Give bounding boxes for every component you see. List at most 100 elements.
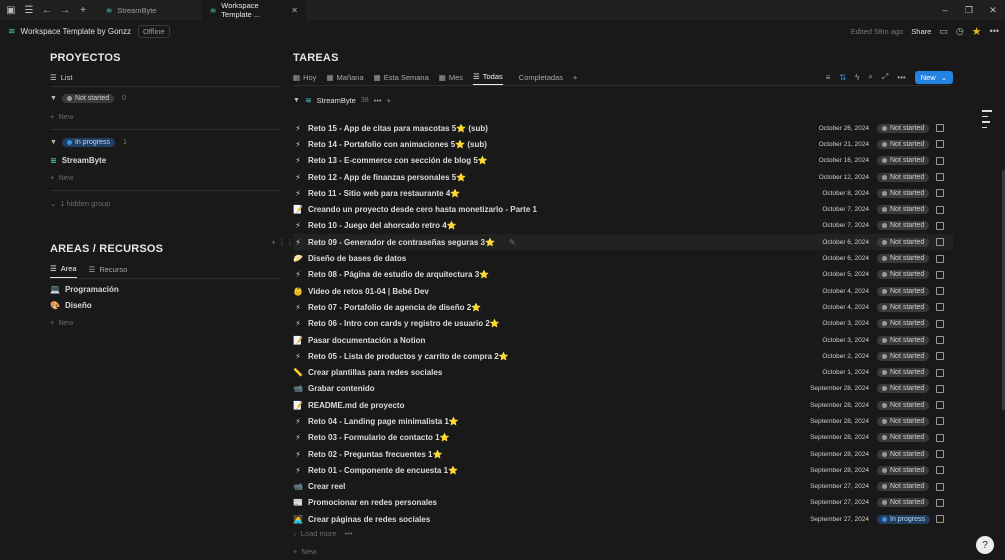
restore-icon[interactable]: ❐	[957, 5, 981, 16]
status-badge[interactable]: Not started	[877, 123, 930, 133]
table-row[interactable]: ⚡ Reto 01 - Componente de encuesta 1⭐ Sept…	[293, 462, 953, 478]
done-checkbox[interactable]	[936, 270, 944, 279]
done-checkbox[interactable]	[936, 189, 944, 198]
table-row[interactable]: ⚡ Reto 03 - Formulario de contacto 1⭐ Sept…	[293, 430, 953, 446]
caret-down-icon[interactable]: ▼	[293, 97, 300, 104]
status-badge[interactable]: Not started	[877, 286, 930, 296]
task-title[interactable]: Grabar contenido	[308, 384, 375, 393]
help-icon[interactable]: ?	[976, 536, 994, 554]
task-title[interactable]: Pasar documentación a Notion	[308, 336, 425, 345]
status-badge[interactable]: Not started	[877, 188, 930, 198]
status-badge[interactable]: Not started	[877, 237, 930, 247]
status-badge[interactable]: Not started	[877, 498, 930, 508]
done-checkbox[interactable]	[936, 156, 944, 165]
filter-icon[interactable]: ≡	[826, 73, 831, 82]
done-checkbox[interactable]	[936, 368, 944, 377]
status-badge[interactable]: Not started	[877, 449, 930, 459]
task-title[interactable]: Reto 01 - Componente de encuesta 1⭐	[308, 466, 458, 475]
done-checkbox[interactable]	[936, 205, 944, 214]
status-badge[interactable]: Not started	[877, 433, 930, 443]
table-row[interactable]: 📏 Crear plantillas para redes sociales Oct…	[293, 364, 953, 380]
done-checkbox[interactable]	[936, 140, 944, 149]
status-badge[interactable]: Not started	[877, 416, 930, 426]
done-checkbox[interactable]	[936, 254, 944, 263]
outline-lines[interactable]	[982, 110, 992, 132]
share-button[interactable]: Share	[911, 27, 931, 36]
table-row[interactable]: ⚡ Reto 05 - Lista de productos y carrito …	[293, 348, 953, 364]
done-checkbox[interactable]	[936, 124, 944, 133]
caret-down-icon[interactable]: ▼	[50, 139, 57, 146]
more-icon[interactable]: •••	[374, 96, 382, 105]
expand-icon[interactable]: ⤢	[882, 72, 888, 82]
done-checkbox[interactable]	[936, 287, 944, 296]
new-item-button[interactable]: + New	[50, 112, 280, 121]
list-item-streambyte[interactable]: ≋ StreamByte	[50, 156, 280, 165]
close-window-icon[interactable]: ✕	[981, 5, 1005, 16]
table-row[interactable]: ⚡ Reto 11 - Sitio web para restaurante 4⭐…	[293, 185, 953, 201]
history-icon[interactable]: ◷	[956, 26, 964, 37]
status-badge[interactable]: Not started	[877, 384, 930, 394]
chevron-down-icon[interactable]: ⌄	[941, 73, 947, 82]
table-row[interactable]: ⚡ Reto 07 - Portafolio de agencia de dise…	[293, 299, 953, 315]
list-item-programacion[interactable]: 💻 Programación	[50, 285, 280, 294]
add-view-icon[interactable]: +	[573, 73, 577, 82]
table-row[interactable]: 📹 Grabar contenido September 28, 2024 Not s…	[293, 381, 953, 397]
task-title[interactable]: Diseño de bases de datos	[308, 254, 406, 263]
proyectos-view-list[interactable]: ☰ List	[50, 73, 280, 86]
table-row[interactable]: 🥟 Diseño de bases de datos October 6, 2024…	[293, 250, 953, 266]
table-row[interactable]: ⚡ Reto 13 - E-commerce con sección de blo…	[293, 153, 953, 169]
task-title[interactable]: Reto 15 - App de citas para mascotas 5⭐ …	[308, 124, 488, 133]
table-row[interactable]: 📰 Promocionar en redes personales Septembe…	[293, 495, 953, 511]
status-badge[interactable]: Not started	[877, 172, 930, 182]
group-in-progress[interactable]: ▼ In progress 1	[50, 138, 280, 147]
forward-arrow-icon[interactable]: →	[58, 3, 72, 17]
table-row[interactable]: ⚡ Reto 12 - App de finanzas personales 5⭐…	[293, 169, 953, 185]
table-row[interactable]: ⚡ Reto 08 - Página de estudio de arquitec…	[293, 267, 953, 283]
table-row[interactable]: 👶 Video de retos 01-04 | Bebé Dev October …	[293, 283, 953, 299]
done-checkbox[interactable]	[936, 336, 944, 344]
status-badge[interactable]: Not started	[877, 351, 930, 361]
minimize-icon[interactable]: –	[933, 5, 957, 16]
new-button[interactable]: New ⌄	[914, 70, 953, 84]
task-title[interactable]: Reto 09 - Generador de contraseñas segur…	[308, 238, 495, 247]
task-title[interactable]: Reto 10 - Juego del ahorcado retro 4⭐	[308, 221, 457, 230]
plus-icon[interactable]: +	[387, 96, 391, 105]
more-icon[interactable]: •••	[990, 26, 999, 36]
task-title[interactable]: Reto 02 - Preguntas frecuentes 1⭐	[308, 450, 442, 459]
list-item-diseno[interactable]: 🎨 Diseño	[50, 301, 280, 310]
status-badge[interactable]: Not started	[877, 302, 930, 312]
notion-logo-icon[interactable]: ▣	[4, 3, 18, 17]
task-title[interactable]: Creando un proyecto desde cero hasta mon…	[308, 205, 537, 214]
breadcrumb[interactable]: Workspace Template by Gonzz	[21, 27, 131, 36]
task-title[interactable]: Reto 07 - Portafolio de agencia de diseñ…	[308, 303, 481, 312]
tab-hoy[interactable]: ▦ Hoy	[293, 69, 316, 85]
task-title[interactable]: Reto 04 - Landing page minimalista 1⭐	[308, 417, 459, 426]
done-checkbox[interactable]	[936, 515, 944, 524]
tab-todas[interactable]: ☰ Todas	[473, 69, 503, 85]
done-checkbox[interactable]	[936, 450, 944, 459]
task-title[interactable]: Crear reel	[308, 482, 345, 491]
tab-esta-semana[interactable]: ▦ Esta Semana	[374, 69, 429, 85]
done-checkbox[interactable]	[936, 384, 944, 393]
comment-icon[interactable]: ▭	[939, 26, 948, 37]
status-badge[interactable]: In progress	[877, 514, 931, 524]
tab-manana[interactable]: ▦ Mañana	[326, 69, 363, 85]
table-row[interactable]: ⚡ Reto 10 - Juego del ahorcado retro 4⭐ Oc…	[293, 218, 953, 234]
done-checkbox[interactable]	[936, 238, 944, 247]
menu-icon[interactable]: ☰	[22, 3, 36, 17]
table-row[interactable]: 📹 Crear reel September 27, 2024 Not started	[293, 479, 953, 495]
done-checkbox[interactable]	[936, 417, 944, 426]
table-row[interactable]: ⚡ Reto 06 - Intro con cards y registro de…	[293, 316, 953, 332]
table-row[interactable]: 📝 Pasar documentación a Notion October 3, …	[293, 332, 953, 348]
status-badge[interactable]: Not started	[877, 335, 930, 345]
table-row[interactable]: ⚡ Reto 15 - App de citas para mascotas 5⭐…	[293, 120, 953, 136]
status-badge[interactable]: Not started	[877, 465, 930, 475]
tab-streambyte[interactable]: ≋ StreamByte	[98, 0, 202, 20]
table-row[interactable]: 📝 Creando un proyecto desde cero hasta mo…	[293, 201, 953, 217]
table-row[interactable]: 📝 README.md de proyecto September 28, 2024…	[293, 397, 953, 413]
task-title[interactable]: Crear plantillas para redes sociales	[308, 368, 442, 377]
task-title[interactable]: Reto 08 - Página de estudio de arquitect…	[308, 270, 489, 279]
more-icon[interactable]: •••	[345, 529, 353, 538]
table-row[interactable]: 🧑‍💻 Crear páginas de redes sociales Septem…	[293, 511, 953, 527]
new-task-button[interactable]: + New	[293, 547, 316, 556]
